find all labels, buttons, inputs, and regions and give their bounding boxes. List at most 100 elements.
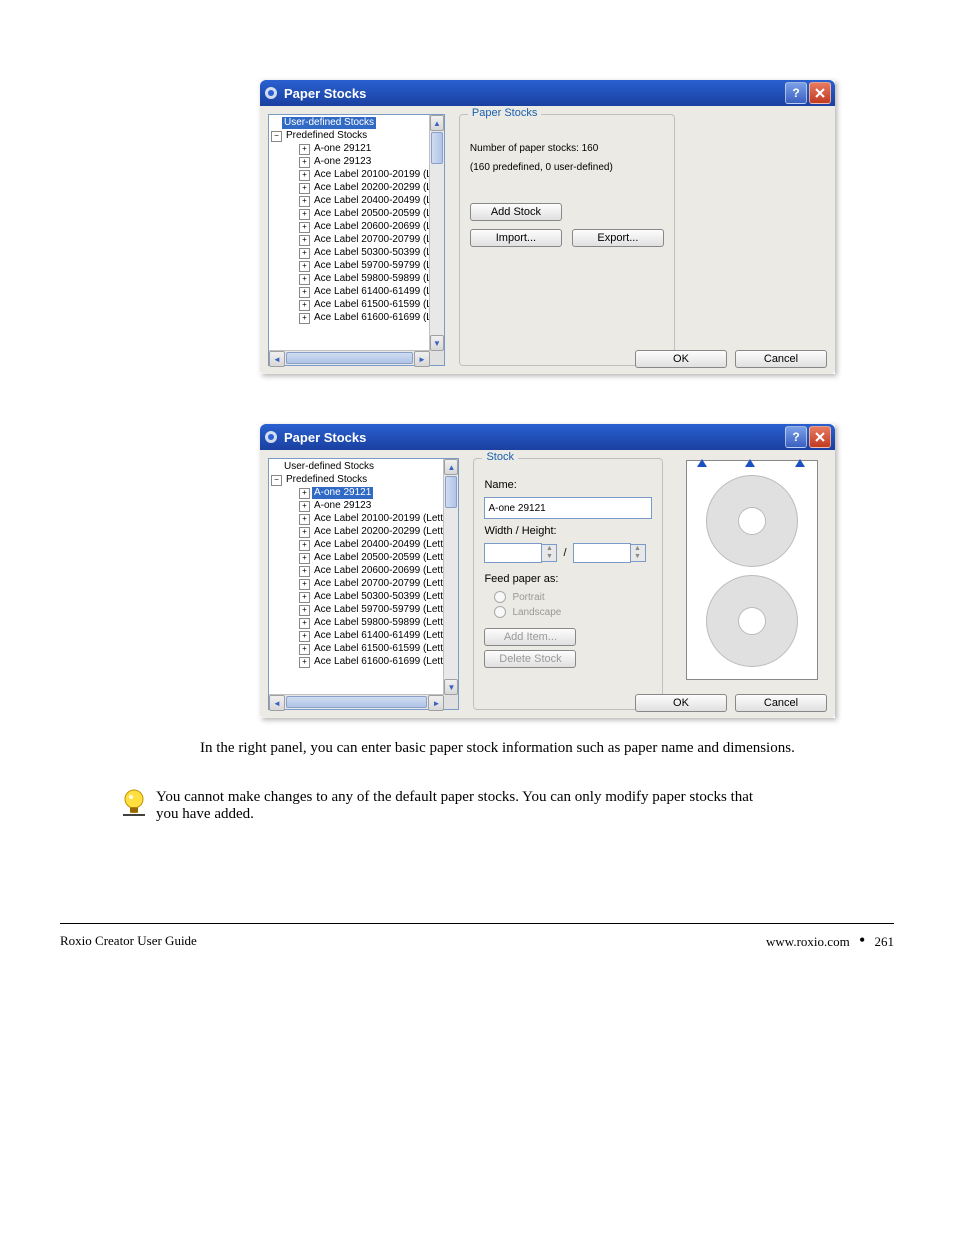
expand-icon[interactable]: + [299, 514, 310, 525]
tree-item[interactable]: +Ace Label 20500-20599 (Letter [271, 552, 442, 565]
expand-icon[interactable]: + [299, 248, 310, 259]
expand-icon[interactable]: + [299, 222, 310, 233]
tree-item[interactable]: +Ace Label 61500-61599 (Letter [271, 643, 442, 656]
tree-item[interactable]: +Ace Label 20200-20299 (Letter [271, 526, 442, 539]
expand-icon[interactable]: + [299, 274, 310, 285]
scroll-right-icon[interactable]: ► [428, 695, 444, 711]
vertical-scrollbar[interactable]: ▲ ▼ [429, 115, 444, 351]
add-stock-button[interactable]: Add Stock [470, 203, 562, 221]
tree-item[interactable]: +Ace Label 61400-61499 (Letter [271, 286, 428, 299]
scroll-down-icon[interactable]: ▼ [430, 335, 444, 351]
help-button[interactable]: ? [785, 426, 807, 448]
scroll-left-icon[interactable]: ◄ [269, 351, 285, 367]
expand-icon[interactable]: + [299, 527, 310, 538]
spin-down-icon[interactable]: ▼ [631, 553, 645, 561]
cancel-button[interactable]: Cancel [735, 350, 827, 368]
expand-icon[interactable]: + [299, 579, 310, 590]
tree-user-defined[interactable]: User-defined Stocks [271, 461, 442, 474]
tree-user-defined[interactable]: User-defined Stocks [271, 117, 428, 130]
scroll-left-icon[interactable]: ◄ [269, 695, 285, 711]
scroll-thumb[interactable] [431, 132, 443, 164]
expand-icon[interactable]: + [299, 618, 310, 629]
tree-item[interactable]: +Ace Label 50300-50399 (Letter [271, 591, 442, 604]
tree-item[interactable]: +A-one 29121 [271, 487, 442, 500]
tree-item[interactable]: +Ace Label 61500-61599 (Letter [271, 299, 428, 312]
collapse-icon[interactable]: − [271, 131, 282, 142]
expand-icon[interactable]: + [299, 261, 310, 272]
expand-icon[interactable]: + [299, 657, 310, 668]
expand-icon[interactable]: + [299, 566, 310, 577]
tree-item[interactable]: +Ace Label 59800-59899 (Letter [271, 273, 428, 286]
expand-icon[interactable]: + [299, 235, 310, 246]
expand-icon[interactable]: + [299, 644, 310, 655]
spin-up-icon[interactable]: ▲ [542, 545, 556, 553]
scroll-up-icon[interactable]: ▲ [430, 115, 444, 131]
scroll-thumb-h[interactable] [286, 352, 413, 364]
tree-item[interactable]: +Ace Label 20700-20799 (Letter [271, 234, 428, 247]
expand-icon[interactable]: + [299, 553, 310, 564]
expand-icon[interactable]: + [299, 144, 310, 155]
width-spinner[interactable]: ▲▼ [484, 543, 557, 563]
tree-item[interactable]: +Ace Label 20100-20199 (Letter [271, 169, 428, 182]
expand-icon[interactable]: + [299, 605, 310, 616]
tree-item[interactable]: +Ace Label 20700-20799 (Letter [271, 578, 442, 591]
expand-icon[interactable]: + [299, 209, 310, 220]
expand-icon[interactable]: + [299, 592, 310, 603]
tree-item[interactable]: +Ace Label 59800-59899 (Letter [271, 617, 442, 630]
expand-icon[interactable]: + [299, 183, 310, 194]
tree-item[interactable]: +A-one 29123 [271, 156, 428, 169]
scroll-right-icon[interactable]: ► [414, 351, 430, 367]
horizontal-scrollbar[interactable]: ◄ ► [269, 350, 430, 365]
tree-item[interactable]: +Ace Label 20400-20499 (Letter [271, 539, 442, 552]
stock-tree[interactable]: User-defined Stocks − Predefined Stocks … [268, 458, 459, 710]
cancel-button[interactable]: Cancel [735, 694, 827, 712]
tree-item[interactable]: +Ace Label 59700-59799 (Letter [271, 604, 442, 617]
tree-item[interactable]: +Ace Label 20100-20199 (Letter [271, 513, 442, 526]
close-button[interactable] [809, 82, 831, 104]
tree-item[interactable]: +Ace Label 50300-50399 (Letter [271, 247, 428, 260]
height-spinner[interactable]: ▲▼ [573, 543, 646, 563]
vertical-scrollbar[interactable]: ▲ ▼ [443, 459, 458, 695]
scroll-thumb-h[interactable] [286, 696, 427, 708]
tree-predefined[interactable]: − Predefined Stocks [271, 474, 442, 487]
spin-up-icon[interactable]: ▲ [631, 545, 645, 553]
expand-icon[interactable]: + [299, 631, 310, 642]
collapse-icon[interactable]: − [271, 475, 282, 486]
tree-item[interactable]: +Ace Label 20200-20299 (Letter [271, 182, 428, 195]
tree-item[interactable]: +Ace Label 20600-20699 (Letter [271, 565, 442, 578]
tree-predefined[interactable]: − Predefined Stocks [271, 130, 428, 143]
expand-icon[interactable]: + [299, 196, 310, 207]
spin-down-icon[interactable]: ▼ [542, 553, 556, 561]
scroll-thumb[interactable] [445, 476, 457, 508]
ok-button[interactable]: OK [635, 694, 727, 712]
stock-name-input[interactable] [484, 497, 652, 519]
help-button[interactable]: ? [785, 82, 807, 104]
ok-button[interactable]: OK [635, 350, 727, 368]
tree-item[interactable]: +A-one 29123 [271, 500, 442, 513]
close-button[interactable] [809, 426, 831, 448]
tree-item[interactable]: +Ace Label 61600-61699 (Letter [271, 312, 428, 325]
expand-icon[interactable]: + [299, 170, 310, 181]
portrait-radio[interactable]: Portrait [494, 591, 652, 603]
scroll-down-icon[interactable]: ▼ [444, 679, 458, 695]
expand-icon[interactable]: + [299, 501, 310, 512]
landscape-radio[interactable]: Landscape [494, 606, 652, 618]
expand-icon[interactable]: + [299, 157, 310, 168]
tree-item[interactable]: +Ace Label 20600-20699 (Letter [271, 221, 428, 234]
tree-item[interactable]: +A-one 29121 [271, 143, 428, 156]
tree-item[interactable]: +Ace Label 20400-20499 (Letter [271, 195, 428, 208]
stock-tree[interactable]: User-defined Stocks − Predefined Stocks … [268, 114, 445, 366]
tree-item[interactable]: +Ace Label 61600-61699 (Letter [271, 656, 442, 669]
import-button[interactable]: Import... [470, 229, 562, 247]
expand-icon[interactable]: + [299, 540, 310, 551]
tree-item[interactable]: +Ace Label 59700-59799 (Letter [271, 260, 428, 273]
scroll-up-icon[interactable]: ▲ [444, 459, 458, 475]
expand-icon[interactable]: + [299, 300, 310, 311]
tree-item[interactable]: +Ace Label 61400-61499 (Letter [271, 630, 442, 643]
expand-icon[interactable]: + [299, 287, 310, 298]
expand-icon[interactable]: + [299, 488, 310, 499]
expand-icon[interactable]: + [299, 313, 310, 324]
horizontal-scrollbar[interactable]: ◄ ► [269, 694, 444, 709]
tree-item[interactable]: +Ace Label 20500-20599 (Letter [271, 208, 428, 221]
export-button[interactable]: Export... [572, 229, 664, 247]
